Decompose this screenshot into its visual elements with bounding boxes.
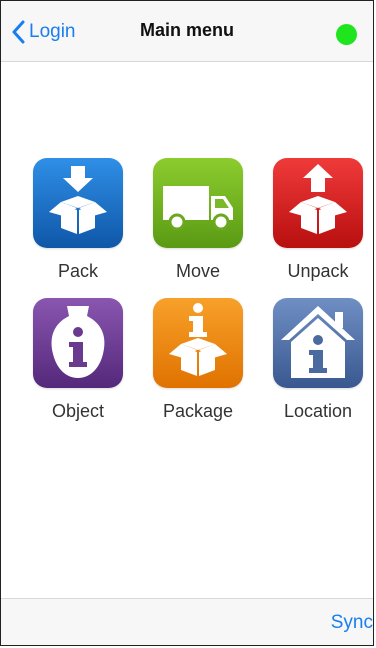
location-house-icon (273, 298, 363, 388)
menu-item-label: Unpack (287, 261, 349, 281)
object-info-icon (33, 298, 123, 388)
page-title: Main menu (139, 20, 234, 40)
app-screen: Login Main menu Pack Move Unpack Object … (0, 0, 374, 646)
menu-item-label: Object (51, 401, 105, 421)
menu-item-pack[interactable]: Pack (23, 158, 133, 282)
pack-box-icon (33, 158, 123, 248)
menu-item-location[interactable]: Location (263, 298, 373, 422)
connection-status-indicator (336, 24, 357, 45)
truck-icon (153, 158, 243, 248)
menu-item-label: Package (162, 401, 234, 421)
menu-item-unpack[interactable]: Unpack (263, 158, 373, 282)
menu-item-label: Pack (57, 261, 99, 281)
menu-item-package[interactable]: Package (143, 298, 253, 422)
menu-item-move[interactable]: Move (143, 158, 253, 282)
unpack-box-icon (273, 158, 363, 248)
navigation-bar: Login Main menu (1, 1, 373, 62)
package-info-icon (153, 298, 243, 388)
menu-item-object[interactable]: Object (23, 298, 133, 422)
bottom-toolbar: Sync (1, 598, 373, 645)
sync-button[interactable]: Sync (331, 612, 373, 634)
menu-item-label: Move (175, 261, 220, 281)
menu-item-label: Location (283, 401, 353, 421)
